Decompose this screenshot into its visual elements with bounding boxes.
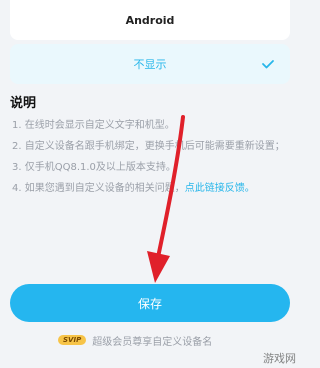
vip-promo-text: 超级会员尊享自定义设备名 [92, 336, 213, 348]
section-title: 说明 [10, 96, 37, 111]
option-android[interactable]: Android [10, 0, 290, 40]
feedback-link[interactable]: 点此链接反馈。 [185, 183, 255, 194]
watermark: 游戏网 [263, 352, 296, 365]
option-hide-label: 不显示 [133, 58, 167, 71]
svip-badge-icon: SVIP [58, 335, 87, 345]
note-item: 3. 仅手机QQ8.1.0及以上版本支持。 [12, 162, 176, 173]
option-hide[interactable]: 不显示 [10, 44, 290, 84]
vip-promo[interactable]: SVIP 超级会员尊享自定义设备名 [58, 332, 298, 348]
notes-list: 1. 在线时会显示自定义文字和机型。 2. 自定义设备名跟手机绑定，更换手机后可… [12, 118, 288, 202]
checkmark-icon [262, 60, 274, 69]
option-android-label: Android [125, 13, 175, 27]
note-item: 2. 自定义设备名跟手机绑定，更换手机后可能需要重新设置； [12, 141, 285, 152]
save-button[interactable]: 保存 [10, 284, 290, 322]
note-item: 1. 在线时会显示自定义文字和机型。 [12, 120, 175, 131]
note-text: 4. 如果您遇到自定义设备的相关问题， [12, 183, 185, 194]
note-item-feedback: 4. 如果您遇到自定义设备的相关问题，点此链接反馈。 [12, 181, 288, 196]
